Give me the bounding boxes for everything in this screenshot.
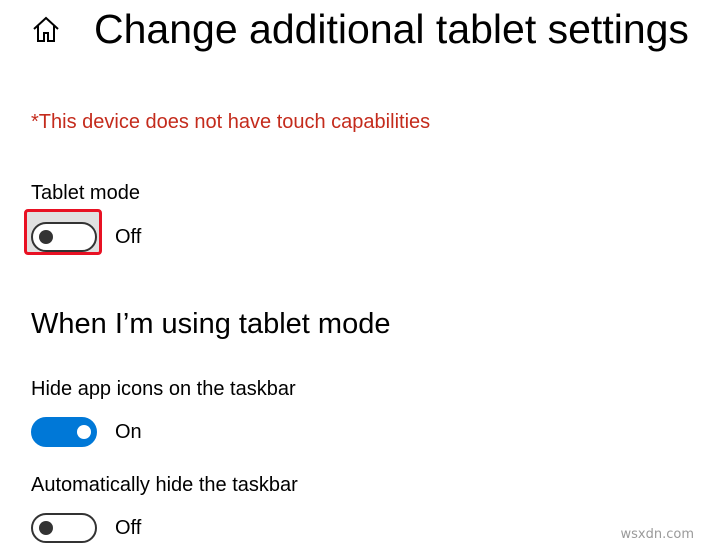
section-heading: When I’m using tablet mode xyxy=(31,308,391,340)
hide-app-icons-label: Hide app icons on the taskbar xyxy=(31,378,296,400)
tablet-mode-label: Tablet mode xyxy=(31,182,140,204)
home-icon[interactable] xyxy=(30,13,62,45)
tablet-mode-toggle[interactable] xyxy=(31,222,97,252)
toggle-knob xyxy=(39,521,53,535)
tablet-mode-state: Off xyxy=(115,226,142,248)
auto-hide-taskbar-toggle[interactable] xyxy=(31,513,97,543)
page-title: Change additional tablet settings xyxy=(94,6,689,52)
watermark: wsxdn.com xyxy=(620,527,695,542)
hide-app-icons-toggle[interactable] xyxy=(31,417,97,447)
settings-page: Change additional tablet settings *This … xyxy=(0,0,704,550)
auto-hide-taskbar-state: Off xyxy=(115,517,142,539)
toggle-knob xyxy=(39,230,53,244)
hide-app-icons-state: On xyxy=(115,421,142,443)
touch-warning-text: *This device does not have touch capabil… xyxy=(31,111,431,133)
toggle-knob xyxy=(77,425,91,439)
auto-hide-taskbar-label: Automatically hide the taskbar xyxy=(31,474,298,496)
